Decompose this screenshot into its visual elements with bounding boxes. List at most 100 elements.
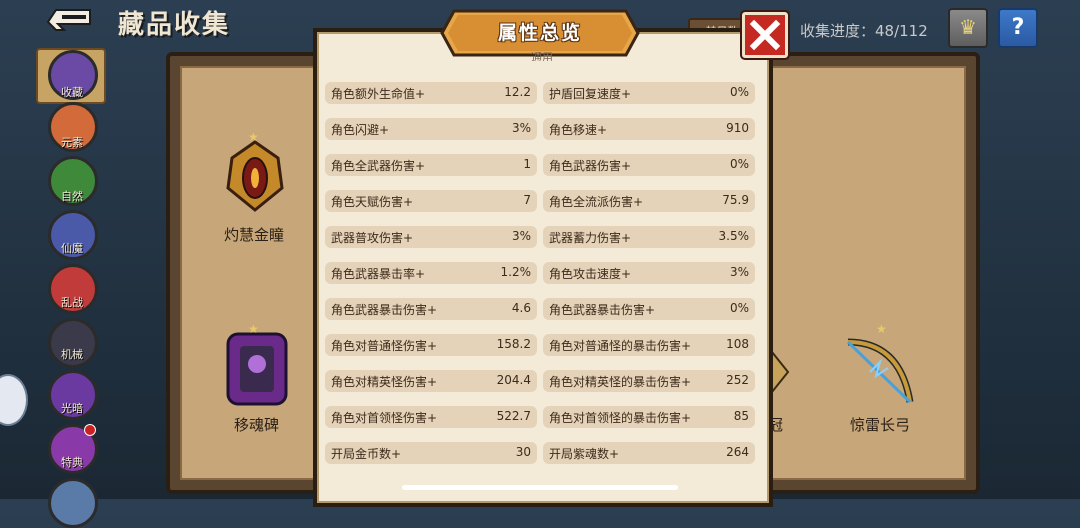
stat-value: 1.2% [500, 265, 532, 279]
collection-item-soul-stele[interactable] [218, 328, 296, 408]
stat-label: 护盾回复速度+ [549, 87, 632, 101]
notification-badge [84, 424, 96, 436]
sidebar-item-label: 收藏 [61, 86, 83, 99]
stat-label: 开局紫魂数+ [549, 447, 620, 461]
modal-title: 属性总览 [497, 22, 582, 44]
stat-row: 角色对精英怪伤害+ 204.4 角色对精英怪的暴击伤害+ 252 [323, 370, 757, 392]
stat-cell: 开局紫魂数+ 264 [543, 442, 755, 464]
stat-value: 3% [729, 265, 749, 279]
stat-row: 角色对普通怪伤害+ 158.2 角色对普通怪的暴击伤害+ 108 [323, 334, 757, 356]
crown-button[interactable]: ♛ [948, 8, 988, 48]
sidebar-item-label: 机械 [61, 348, 83, 361]
stat-label: 角色全武器伤害+ [331, 159, 426, 173]
stat-label: 角色全流派伤害+ [549, 195, 644, 209]
collection-progress: 收集进度：48/112 [800, 22, 928, 40]
stat-label: 角色额外生命值+ [331, 87, 426, 101]
avatar[interactable] [0, 374, 28, 426]
stat-label: 角色攻击速度+ [549, 267, 632, 281]
stat-value: 30 [515, 445, 531, 459]
star-icon: ★ [876, 322, 887, 336]
stat-cell: 角色武器暴击伤害+ 0% [543, 298, 755, 320]
stat-value: 85 [733, 409, 749, 423]
stat-value: 4.6 [511, 301, 531, 315]
golden-eye-icon [226, 140, 284, 212]
stat-value: 204.4 [496, 373, 531, 387]
stat-cell: 角色对普通怪伤害+ 158.2 [325, 334, 537, 356]
stat-row: 武器普攻伤害+ 3% 武器蓄力伤害+ 3.5% [323, 226, 757, 248]
sidebar-item-label: 自然 [61, 190, 83, 203]
close-icon [749, 19, 781, 51]
stat-value: 3.5% [718, 229, 750, 243]
stat-row: 角色全武器伤害+ 1 角色武器伤害+ 0% [323, 154, 757, 176]
stat-row: 角色额外生命值+ 12.2 护盾回复速度+ 0% [323, 82, 757, 104]
stat-label: 角色对首领怪的暴击伤害+ [549, 411, 692, 425]
stat-cell: 角色移速+ 910 [543, 118, 755, 140]
collection-item-label: 灼慧金瞳 [224, 226, 285, 244]
star-icon: ★ [248, 130, 259, 144]
star-icon: ★ [248, 322, 259, 336]
stat-cell: 角色天赋伤害+ 7 [325, 190, 537, 212]
stat-row: 角色闪避+ 3% 角色移速+ 910 [323, 118, 757, 140]
stat-label: 角色天赋伤害+ [331, 195, 414, 209]
stat-label: 角色对普通怪的暴击伤害+ [549, 339, 692, 353]
stat-row: 角色天赋伤害+ 7 角色全流派伤害+ 75.9 [323, 190, 757, 212]
stat-value: 7 [523, 193, 531, 207]
sidebar-item-label: 乱战 [61, 296, 83, 309]
sidebar-item-more[interactable] [48, 478, 98, 528]
stat-cell: 角色武器暴击率+ 1.2% [325, 262, 537, 284]
sidebar-item-label: 特典 [61, 456, 83, 469]
stat-cell: 角色武器伤害+ 0% [543, 154, 755, 176]
stat-cell: 武器蓄力伤害+ 3.5% [543, 226, 755, 248]
stat-cell: 武器普攻伤害+ 3% [325, 226, 537, 248]
stat-cell: 护盾回复速度+ 0% [543, 82, 755, 104]
stat-label: 角色对精英怪伤害+ [331, 375, 438, 389]
stat-value: 3% [511, 121, 531, 135]
stat-cell: 角色额外生命值+ 12.2 [325, 82, 537, 104]
section-header: 通用 [531, 51, 553, 61]
home-indicator[interactable] [402, 485, 678, 490]
stat-value: 75.9 [722, 193, 749, 207]
stat-label: 角色武器暴击伤害+ [331, 303, 438, 317]
stat-cell: 角色攻击速度+ 3% [543, 262, 755, 284]
stat-value: 252 [726, 373, 749, 387]
collection-item-golden-eye[interactable] [216, 136, 294, 216]
stat-value: 522.7 [496, 409, 531, 423]
sidebar-item-label: 仙魔 [61, 242, 83, 255]
stat-value: 158.2 [496, 337, 531, 351]
stat-value: 12.2 [504, 85, 531, 99]
help-button[interactable]: ? [998, 8, 1038, 48]
thunder-bow-icon [846, 338, 914, 404]
stat-value: 1 [523, 157, 531, 171]
stat-value: 910 [726, 121, 749, 135]
stat-value: 3% [511, 229, 531, 243]
stat-cell: 角色对精英怪伤害+ 204.4 [325, 370, 537, 392]
sidebar-item-label: 光暗 [61, 402, 83, 415]
stat-label: 武器普攻伤害+ [331, 231, 414, 245]
close-button[interactable] [740, 10, 790, 60]
stat-cell: 开局金币数+ 30 [325, 442, 537, 464]
stat-label: 角色移速+ [549, 123, 608, 137]
collection-item-thunder-bow[interactable] [840, 332, 918, 412]
stat-label: 角色闪避+ [331, 123, 390, 137]
collection-item-label: 惊雷长弓 [850, 416, 911, 434]
stat-value: 0% [729, 301, 749, 315]
stat-value: 0% [729, 85, 749, 99]
stat-cell: 角色武器暴击伤害+ 4.6 [325, 298, 537, 320]
back-arrow-icon [46, 9, 91, 31]
stat-label: 武器蓄力伤害+ [549, 231, 632, 245]
stat-label: 角色武器伤害+ [549, 159, 632, 173]
stat-row: 角色武器暴击伤害+ 4.6 角色武器暴击伤害+ 0% [323, 298, 757, 320]
page-title: 藏品收集 [118, 10, 231, 40]
stat-cell: 角色对首领怪伤害+ 522.7 [325, 406, 537, 428]
stat-cell: 角色全武器伤害+ 1 [325, 154, 537, 176]
stat-row: 开局金币数+ 30 开局紫魂数+ 264 [323, 442, 757, 464]
crown-icon: ♛ [959, 15, 977, 39]
stat-cell: 角色对首领怪的暴击伤害+ 85 [543, 406, 755, 428]
collection-item-label: 移魂碑 [234, 416, 280, 434]
stat-row: 角色武器暴击率+ 1.2% 角色攻击速度+ 3% [323, 262, 757, 284]
stat-value: 0% [729, 157, 749, 171]
stat-label: 角色武器暴击伤害+ [549, 303, 656, 317]
stat-label: 角色对普通怪伤害+ [331, 339, 438, 353]
back-button[interactable] [44, 6, 96, 36]
sidebar-item-label: 元素 [61, 136, 83, 149]
